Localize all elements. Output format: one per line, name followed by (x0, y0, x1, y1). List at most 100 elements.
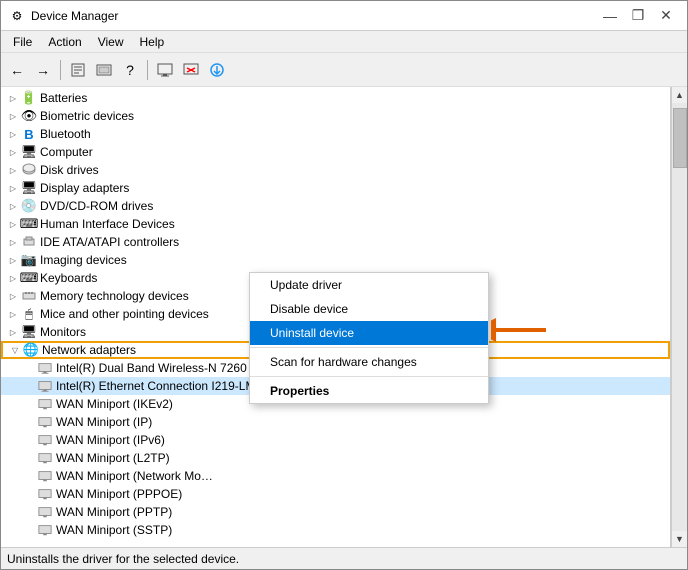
tree-item-wan-l2tp[interactable]: WAN Miniport (L2TP) (1, 449, 670, 467)
toolbar-monitor[interactable] (153, 58, 177, 82)
tree-item-disk[interactable]: ▷ Disk drives (1, 161, 670, 179)
expand-dvd[interactable]: ▷ (5, 198, 21, 214)
menu-bar: File Action View Help (1, 31, 687, 53)
menu-action[interactable]: Action (40, 33, 89, 51)
toolbar-properties[interactable] (66, 58, 90, 82)
menu-file[interactable]: File (5, 33, 40, 51)
tree-item-wan-pppoe[interactable]: WAN Miniport (PPPOE) (1, 485, 670, 503)
label-monitors: Monitors (40, 325, 86, 339)
expand-hid[interactable]: ▷ (5, 216, 21, 232)
close-button[interactable]: ✕ (653, 6, 679, 26)
label-display: Display adapters (40, 181, 129, 195)
menu-view[interactable]: View (90, 33, 132, 51)
menu-help[interactable]: Help (132, 33, 173, 51)
icon-wan-ikev2 (37, 396, 53, 412)
icon-intel-wifi (37, 360, 53, 376)
tree-item-wan-sstp[interactable]: WAN Miniport (SSTP) (1, 521, 670, 539)
icon-ide (21, 234, 37, 250)
toolbar-scan[interactable] (92, 58, 116, 82)
icon-wan-sstp (37, 522, 53, 538)
tree-item-display[interactable]: ▷ 🖥 Display adapters (1, 179, 670, 197)
icon-disk (21, 162, 37, 178)
window-title: Device Manager (31, 9, 597, 23)
tree-item-wan-pptp[interactable]: WAN Miniport (PPTP) (1, 503, 670, 521)
ctx-uninstall-device[interactable]: Uninstall device (250, 321, 488, 345)
label-computer: Computer (40, 145, 93, 159)
scrollbar-track[interactable] (672, 103, 687, 531)
tree-item-wan-ip[interactable]: WAN Miniport (IP) (1, 413, 670, 431)
expand-disk[interactable]: ▷ (5, 162, 21, 178)
restore-button[interactable]: ❐ (625, 6, 651, 26)
icon-batteries: 🔋 (21, 90, 37, 106)
label-wan-net: WAN Miniport (Network Mo… (56, 469, 213, 483)
ctx-update-driver[interactable]: Update driver (250, 273, 488, 297)
expand-batteries[interactable]: ▷ (5, 90, 21, 106)
tree-item-wan-net[interactable]: WAN Miniport (Network Mo… (1, 467, 670, 485)
scrollbar-thumb[interactable] (673, 108, 687, 168)
icon-dvd: 💿 (21, 198, 37, 214)
toolbar-uninstall[interactable] (179, 58, 203, 82)
toolbar: ← → ? (1, 53, 687, 87)
tree-item-computer[interactable]: ▷ 🖥 Computer (1, 143, 670, 161)
scrollbar-right[interactable]: ▲ ▼ (671, 87, 687, 547)
expand-memory[interactable]: ▷ (5, 288, 21, 304)
label-ide: IDE ATA/ATAPI controllers (40, 235, 179, 249)
expand-display[interactable]: ▷ (5, 180, 21, 196)
ctx-sep-2 (250, 376, 488, 377)
expand-network[interactable]: ▽ (7, 342, 23, 358)
toolbar-forward[interactable]: → (31, 58, 55, 82)
minimize-button[interactable]: — (597, 6, 623, 26)
label-dvd: DVD/CD-ROM drives (40, 199, 153, 213)
title-bar: ⚙ Device Manager — ❐ ✕ (1, 1, 687, 31)
expand-monitors[interactable]: ▷ (5, 324, 21, 340)
expand-mice[interactable]: ▷ (5, 306, 21, 322)
toolbar-download[interactable] (205, 58, 229, 82)
tree-item-ide[interactable]: ▷ IDE ATA/ATAPI controllers (1, 233, 670, 251)
label-network: Network adapters (42, 343, 136, 357)
label-keyboards: Keyboards (40, 271, 97, 285)
status-text: Uninstalls the driver for the selected d… (7, 552, 239, 566)
ctx-properties[interactable]: Properties (250, 379, 488, 403)
label-wan-ip: WAN Miniport (IP) (56, 415, 152, 429)
label-hid: Human Interface Devices (40, 217, 175, 231)
tree-item-bluetooth[interactable]: ▷ B Bluetooth (1, 125, 670, 143)
expand-bluetooth[interactable]: ▷ (5, 126, 21, 142)
icon-wan-ipv6 (37, 432, 53, 448)
label-wan-ipv6: WAN Miniport (IPv6) (56, 433, 165, 447)
icon-keyboards: ⌨ (21, 270, 37, 286)
label-wan-pppoe: WAN Miniport (PPPOE) (56, 487, 182, 501)
tree-item-wan-ipv6[interactable]: WAN Miniport (IPv6) (1, 431, 670, 449)
label-wan-sstp: WAN Miniport (SSTP) (56, 523, 172, 537)
icon-monitors: 🖥 (21, 324, 37, 340)
icon-bluetooth: B (21, 126, 37, 142)
expand-keyboards[interactable]: ▷ (5, 270, 21, 286)
toolbar-help[interactable]: ? (118, 58, 142, 82)
ctx-disable-device[interactable]: Disable device (250, 297, 488, 321)
expand-biometric[interactable]: ▷ (5, 108, 21, 124)
tree-item-biometric[interactable]: ▷ 👁 Biometric devices (1, 107, 670, 125)
tree-item-batteries[interactable]: ▷ 🔋 Batteries (1, 89, 670, 107)
scroll-up-arrow[interactable]: ▲ (672, 87, 688, 103)
tree-item-hid[interactable]: ▷ ⌨ Human Interface Devices (1, 215, 670, 233)
icon-memory (21, 288, 37, 304)
expand-imaging[interactable]: ▷ (5, 252, 21, 268)
label-imaging: Imaging devices (40, 253, 127, 267)
window-controls: — ❐ ✕ (597, 6, 679, 26)
icon-intel-eth (37, 378, 53, 394)
scroll-down-arrow[interactable]: ▼ (672, 531, 688, 547)
icon-hid: ⌨ (21, 216, 37, 232)
icon-wan-net (37, 468, 53, 484)
tree-item-imaging[interactable]: ▷ 📷 Imaging devices (1, 251, 670, 269)
ctx-scan-hardware[interactable]: Scan for hardware changes (250, 350, 488, 374)
main-content: ▷ 🔋 Batteries ▷ 👁 Biometric devices ▷ B … (1, 87, 687, 547)
icon-wan-ip (37, 414, 53, 430)
label-bluetooth: Bluetooth (40, 127, 91, 141)
expand-computer[interactable]: ▷ (5, 144, 21, 160)
ctx-sep-1 (250, 347, 488, 348)
toolbar-sep-1 (60, 60, 61, 80)
app-icon: ⚙ (9, 8, 25, 24)
expand-ide[interactable]: ▷ (5, 234, 21, 250)
tree-item-dvd[interactable]: ▷ 💿 DVD/CD-ROM drives (1, 197, 670, 215)
tree-view[interactable]: ▷ 🔋 Batteries ▷ 👁 Biometric devices ▷ B … (1, 87, 671, 547)
toolbar-back[interactable]: ← (5, 58, 29, 82)
